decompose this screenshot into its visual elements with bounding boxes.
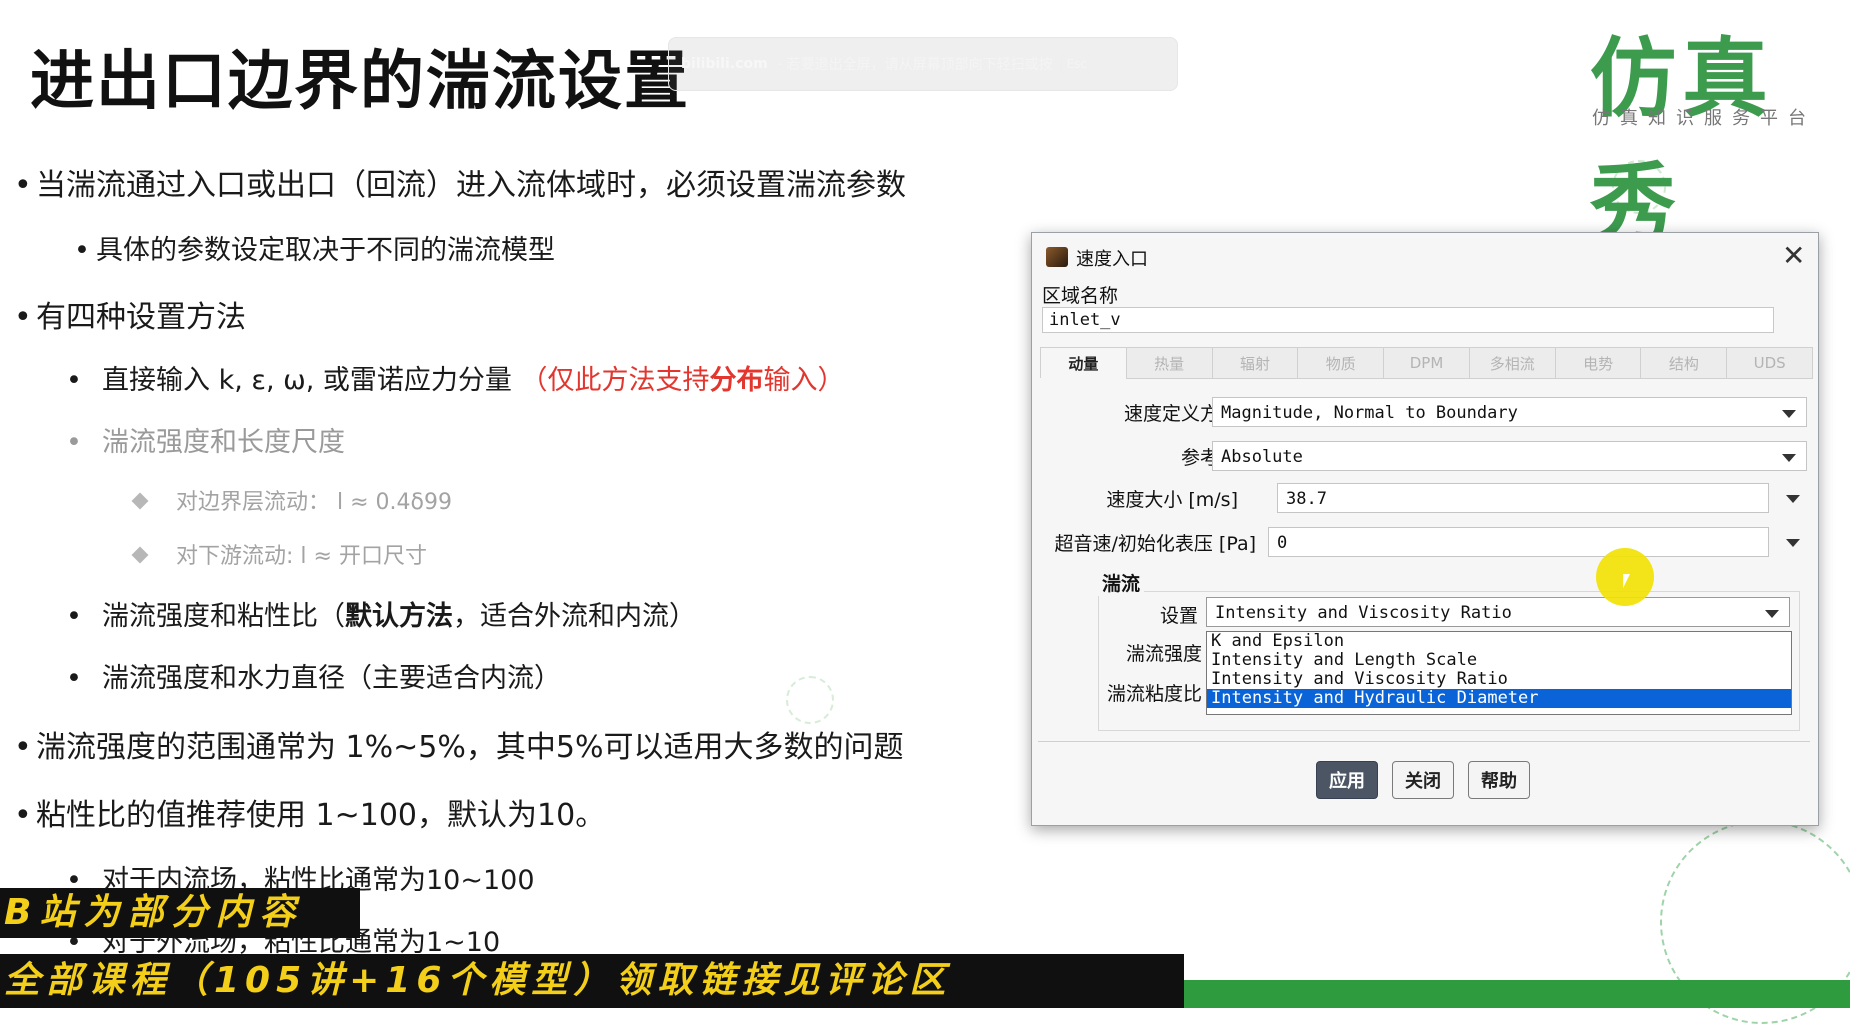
tab-bar: 动量 热量 辐射 物质 DPM 多相流 电势 结构 UDS — [1040, 347, 1814, 379]
chevron-down-icon[interactable] — [1786, 539, 1800, 547]
tab-radiation[interactable]: 辐射 — [1211, 347, 1299, 379]
turbulence-method-value: Intensity and Viscosity Ratio — [1215, 603, 1512, 623]
decorative-strip — [1180, 980, 1850, 1008]
turbulent-viscosity-ratio-label: 湍流粘度比 — [1106, 683, 1202, 705]
turbulence-method-select[interactable]: Intensity and Viscosity Ratio — [1206, 597, 1790, 627]
tab-momentum[interactable]: 动量 — [1040, 347, 1127, 378]
bullet-item: • 粘性比的值推荐使用 1~100，默认为10。 — [14, 798, 606, 833]
reference-frame-select[interactable]: Absolute — [1212, 441, 1807, 471]
bullet-item: • 湍流强度的范围通常为 1%~5%，其中5%可以适用大多数的问题 — [14, 730, 904, 765]
bullet-item: • 直接输入 k, ε, ω, 或雷诺应力分量 （仅此方法支持分布输入） — [66, 365, 845, 396]
tab-thermal[interactable]: 热量 — [1125, 347, 1213, 379]
tab-dpm[interactable]: DPM — [1383, 347, 1470, 379]
bold-text: 默认方法 — [345, 601, 453, 632]
velocity-magnitude-input[interactable]: 38.7 — [1277, 483, 1769, 513]
tab-potential[interactable]: 电势 — [1554, 347, 1642, 379]
apply-button[interactable]: 应用 — [1316, 761, 1378, 799]
bullet-text: 具体的参数设定取决于不同的湍流模型 — [96, 235, 555, 266]
promo-banner-bottom: 全部课程（105讲+16个模型）领取链接见评论区 — [0, 954, 1184, 1008]
close-icon[interactable]: ✕ — [1782, 239, 1805, 272]
bullet-text: 粘性比的值推荐使用 1~100，默认为10。 — [36, 798, 606, 833]
bullet-item: • 有四种设置方法 — [14, 300, 246, 335]
bullet-text: 湍流强度和粘性比（ — [102, 601, 345, 632]
promo-banner-top: B站为部分内容 — [0, 888, 360, 938]
dropdown-option[interactable]: K and Epsilon — [1207, 632, 1791, 651]
chevron-down-icon[interactable] — [1786, 495, 1800, 503]
highlight-text: （仅此方法支持 — [520, 365, 710, 396]
bullet-item: • 具体的参数设定取决于不同的湍流模型 — [74, 235, 555, 266]
fullscreen-notice: bilibili.com · 若要退出全屏，请从屏幕顶部向下轻扫或按 Esc — [668, 37, 1178, 91]
sub-bullet-item: 对边界层流动： l ≈ 0.4δ99 — [131, 484, 452, 516]
bullet-text: 湍流强度和长度尺度 — [102, 427, 345, 458]
bullet-item: • 湍流强度和水力直径（主要适合内流） — [66, 663, 561, 694]
zone-name-input[interactable]: inlet_v — [1042, 307, 1774, 333]
reference-frame-value: Absolute — [1221, 447, 1303, 467]
bullet-item: • 湍流强度和长度尺度 — [66, 427, 345, 458]
mouse-pointer-icon — [1623, 574, 1637, 588]
fullscreen-notice-text: · 若要退出全屏，请从屏幕顶部向下轻扫或按 — [777, 57, 1053, 73]
chevron-down-icon — [1765, 610, 1779, 618]
dropdown-option-highlighted[interactable]: Intensity and Hydraulic Diameter — [1207, 689, 1791, 708]
turbulence-setting-label: 设置 — [1159, 605, 1198, 627]
dialog-title: 速度入口 — [1076, 249, 1148, 270]
divider — [1038, 741, 1810, 742]
dropdown-option[interactable]: Intensity and Length Scale — [1207, 651, 1791, 670]
slide-title: 进出口边界的湍流设置 — [30, 45, 690, 119]
tab-uds[interactable]: UDS — [1726, 347, 1814, 379]
chevron-down-icon — [1782, 410, 1796, 418]
close-button[interactable]: 关闭 — [1392, 761, 1454, 799]
bullet-item: • 当湍流通过入口或出口（回流）进入流体域时，必须设置湍流参数 — [14, 168, 906, 203]
bullet-text: 对下游流动: l ≈ 开口尺寸 — [176, 544, 427, 569]
velocity-method-value: Magnitude, Normal to Boundary — [1221, 403, 1518, 423]
diamond-icon — [131, 546, 149, 564]
bullet-text: 对边界层流动： l ≈ 0.4δ99 — [176, 490, 452, 515]
logo: 仿真秀 — [1590, 29, 1774, 254]
highlight-bold-text: 分布 — [709, 365, 764, 396]
bullet-item: • 湍流强度和粘性比（默认方法，适合外流和内流） — [66, 601, 696, 632]
tab-structure[interactable]: 结构 — [1640, 347, 1728, 379]
decorative-circle — [786, 676, 834, 724]
zone-name-label: 区域名称 — [1042, 285, 1119, 307]
sub-bullet-item: 对下游流动: l ≈ 开口尺寸 — [131, 538, 427, 570]
turbulence-group-title: 湍流 — [1098, 569, 1145, 596]
velocity-magnitude-label: 速度大小 [m/s] — [1106, 489, 1238, 511]
chevron-down-icon — [1782, 454, 1796, 462]
help-button[interactable]: 帮助 — [1468, 761, 1530, 799]
bullet-text: 直接输入 k, ε, ω, 或雷诺应力分量 — [102, 365, 512, 396]
turbulence-method-dropdown: K and Epsilon Intensity and Length Scale… — [1206, 631, 1792, 715]
app-icon — [1046, 247, 1068, 267]
bullet-text: 当湍流通过入口或出口（回流）进入流体域时，必须设置湍流参数 — [36, 168, 906, 203]
velocity-method-select[interactable]: Magnitude, Normal to Boundary — [1212, 397, 1807, 427]
supersonic-pressure-label: 超音速/初始化表压 [Pa] — [1054, 533, 1256, 555]
supersonic-pressure-input[interactable]: 0 — [1268, 527, 1769, 557]
esc-key-hint[interactable]: Esc — [1060, 54, 1094, 74]
bullet-text: 湍流强度和水力直径（主要适合内流） — [102, 663, 561, 694]
logo-subtitle: 仿真知识服务平台 — [1592, 108, 1816, 129]
velocity-inlet-dialog: 速度入口 ✕ 区域名称 inlet_v 动量 热量 辐射 物质 DPM 多相流 … — [1031, 232, 1819, 826]
bullet-text: 湍流强度的范围通常为 1%~5%，其中5%可以适用大多数的问题 — [36, 730, 904, 765]
turbulence-intensity-label: 湍流强度 — [1125, 643, 1202, 665]
dropdown-option[interactable]: Intensity and Viscosity Ratio — [1207, 670, 1791, 689]
bullet-text: ，适合外流和内流） — [453, 601, 696, 632]
bilibili-brand: bilibili.com — [681, 56, 768, 72]
diamond-icon — [131, 492, 149, 510]
highlight-text: 输入） — [763, 365, 845, 396]
bullet-text: 有四种设置方法 — [36, 300, 246, 335]
tab-multiphase[interactable]: 多相流 — [1468, 347, 1556, 379]
tab-species[interactable]: 物质 — [1297, 347, 1385, 379]
